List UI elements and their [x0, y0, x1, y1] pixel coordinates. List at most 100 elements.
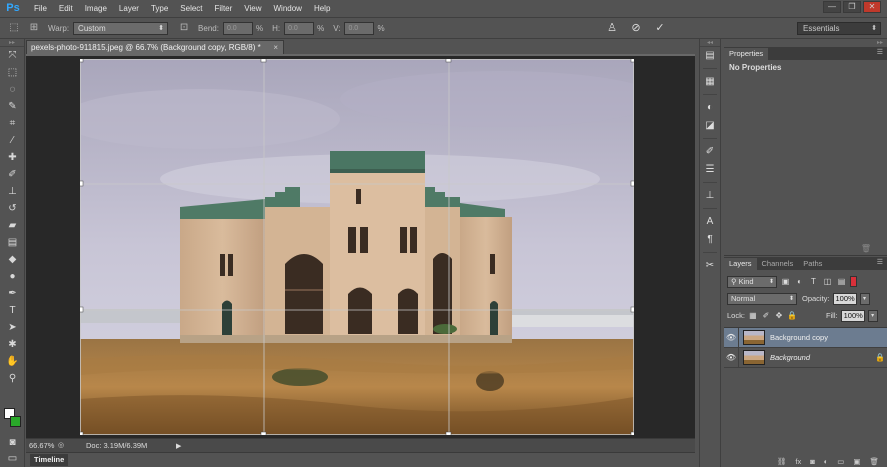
menu-view[interactable]: View — [238, 0, 267, 17]
filter-toggle[interactable] — [850, 276, 857, 287]
color-swatches[interactable] — [4, 408, 22, 428]
dock-grip[interactable]: ◂◂ — [700, 39, 720, 47]
canvas-area[interactable] — [26, 56, 695, 438]
tools-panel-icon[interactable]: ✂ — [700, 257, 720, 275]
lock-image-icon[interactable]: ✐ — [761, 310, 771, 321]
background-color-swatch[interactable] — [10, 416, 21, 427]
paragraph-panel-icon[interactable]: ¶ — [700, 231, 720, 249]
layer-row-background[interactable]: 👁 Background 🔒 — [724, 347, 887, 368]
lasso-icon[interactable]: ◌ — [0, 81, 25, 98]
history-panel-icon[interactable]: ▤ — [700, 47, 720, 65]
workspace-select[interactable]: Essentials — [797, 22, 881, 35]
eyedropper-icon[interactable]: ⁄ — [0, 132, 25, 149]
reference-point-icon[interactable]: ⊞ — [24, 21, 44, 35]
fill-input[interactable]: 100% — [840, 309, 865, 322]
zoom-icon[interactable]: ⚲ — [0, 370, 25, 387]
lock-transparent-icon[interactable]: ▦ — [748, 310, 758, 321]
gradient-icon[interactable]: ▤ — [0, 234, 25, 251]
transform-grid[interactable] — [80, 59, 634, 435]
menu-filter[interactable]: Filter — [209, 0, 239, 17]
kind-filter-select[interactable]: ⚲ Kind — [727, 275, 777, 288]
brush-icon[interactable]: ✐ — [0, 166, 25, 183]
eye-icon[interactable]: 👁 — [724, 353, 738, 362]
fill-dropdown-icon[interactable]: ▾ — [867, 309, 878, 322]
blend-mode-select[interactable]: Normal — [727, 292, 797, 305]
new-layer-icon[interactable]: ▣ — [853, 457, 860, 466]
styles-panel-icon[interactable]: ◪ — [700, 117, 720, 135]
tab-paths[interactable]: Paths — [798, 258, 827, 270]
tab-properties[interactable]: Properties — [724, 48, 769, 60]
delete-layer-icon[interactable]: 🗑 — [869, 457, 879, 466]
bend-input[interactable]: 0.0 — [222, 21, 253, 35]
quick-mask-icon[interactable]: ◙ — [0, 434, 25, 451]
status-menu-arrow-icon[interactable]: ▶ — [176, 442, 186, 450]
menu-window[interactable]: Window — [268, 0, 308, 17]
layer-row-background-copy[interactable]: 👁 Background copy — [724, 327, 887, 348]
shape-filter-icon[interactable]: ◫ — [822, 276, 833, 287]
dodge-icon[interactable]: ● — [0, 268, 25, 285]
swatches-panel-icon[interactable]: ▦ — [700, 73, 720, 91]
new-group-icon[interactable]: ▭ — [837, 457, 844, 466]
tab-channels[interactable]: Channels — [757, 258, 799, 270]
clone-source-panel-icon[interactable]: ⊥ — [700, 187, 720, 205]
menu-help[interactable]: Help — [308, 0, 336, 17]
layers-menu-icon[interactable]: ☰ — [877, 258, 883, 266]
properties-menu-icon[interactable]: ☰ — [877, 48, 883, 56]
path-select-icon[interactable]: ➤ — [0, 319, 25, 336]
menu-select[interactable]: Select — [174, 0, 208, 17]
adjustment-layer-icon[interactable]: ◐ — [824, 457, 829, 466]
adjustments-panel-icon[interactable]: ◐ — [700, 99, 720, 117]
menu-image[interactable]: Image — [79, 0, 113, 17]
opacity-dropdown-icon[interactable]: ▾ — [859, 292, 870, 305]
document-image[interactable] — [80, 59, 634, 435]
eraser-icon[interactable]: ▰ — [0, 217, 25, 234]
opacity-input[interactable]: 100% — [832, 292, 857, 305]
layer-name[interactable]: Background copy — [770, 333, 887, 342]
move-icon[interactable]: ⤧ — [0, 47, 25, 64]
tab-layers[interactable]: Layers — [724, 258, 757, 270]
layer-name[interactable]: Background — [770, 353, 873, 362]
close-button[interactable]: ✕ — [863, 1, 881, 13]
minimize-button[interactable]: — — [823, 1, 841, 13]
document-tab[interactable]: pexels-photo-911815.jpeg @ 66.7% (Backgr… — [26, 40, 284, 54]
lock-all-icon[interactable]: 🔒 — [787, 310, 797, 321]
healing-brush-icon[interactable]: ✚ — [0, 149, 25, 166]
eye-icon[interactable]: 👁 — [724, 333, 738, 342]
status-info-icon[interactable]: ◎ — [56, 441, 66, 451]
lock-position-icon[interactable]: ✥ — [774, 310, 784, 321]
shape-icon[interactable]: ✱ — [0, 336, 25, 353]
layer-style-icon[interactable]: fx — [795, 457, 801, 466]
puppet-warp-icon[interactable]: ♙ — [605, 21, 619, 35]
clone-stamp-icon[interactable]: ⊥ — [0, 183, 25, 200]
h-input[interactable]: 0.0 — [284, 21, 315, 35]
restore-button[interactable]: ❐ — [843, 1, 861, 13]
brush-presets-panel-icon[interactable]: ☰ — [700, 161, 720, 179]
properties-delete-icon[interactable]: 🗑 — [861, 244, 871, 253]
marquee-icon[interactable]: ⬚ — [0, 64, 25, 81]
menu-edit[interactable]: Edit — [53, 0, 79, 17]
tool-preset-icon[interactable]: ⬚ — [4, 21, 24, 35]
type-icon[interactable]: T — [0, 302, 25, 319]
pen-icon[interactable]: ✒ — [0, 285, 25, 302]
blur-icon[interactable]: ◆ — [0, 251, 25, 268]
menu-layer[interactable]: Layer — [113, 0, 145, 17]
warp-select[interactable]: Custom — [73, 21, 169, 35]
hand-icon[interactable]: ✋ — [0, 353, 25, 370]
menu-file[interactable]: File — [28, 0, 53, 17]
cancel-transform-icon[interactable]: ⊘ — [629, 21, 643, 35]
history-brush-icon[interactable]: ↺ — [0, 200, 25, 217]
commit-transform-icon[interactable]: ✓ — [653, 21, 667, 35]
document-tab-close-icon[interactable]: × — [273, 41, 278, 54]
character-panel-icon[interactable]: A — [700, 213, 720, 231]
screen-mode-icon[interactable]: ▭ — [0, 450, 25, 467]
crop-icon[interactable]: ⌗ — [0, 115, 25, 132]
smart-object-filter-icon[interactable]: ▤ — [836, 276, 847, 287]
timeline-tab[interactable]: Timeline — [30, 454, 69, 466]
link-layers-icon[interactable]: ⛓ — [777, 457, 787, 466]
properties-collapse-icon[interactable]: ▸▸ — [724, 39, 887, 47]
add-mask-icon[interactable]: ◙ — [810, 457, 815, 466]
adjustment-filter-icon[interactable]: ◐ — [794, 276, 805, 287]
pixel-filter-icon[interactable]: ▣ — [780, 276, 791, 287]
quick-select-icon[interactable]: ✎ — [0, 98, 25, 115]
type-filter-icon[interactable]: T — [808, 276, 819, 287]
